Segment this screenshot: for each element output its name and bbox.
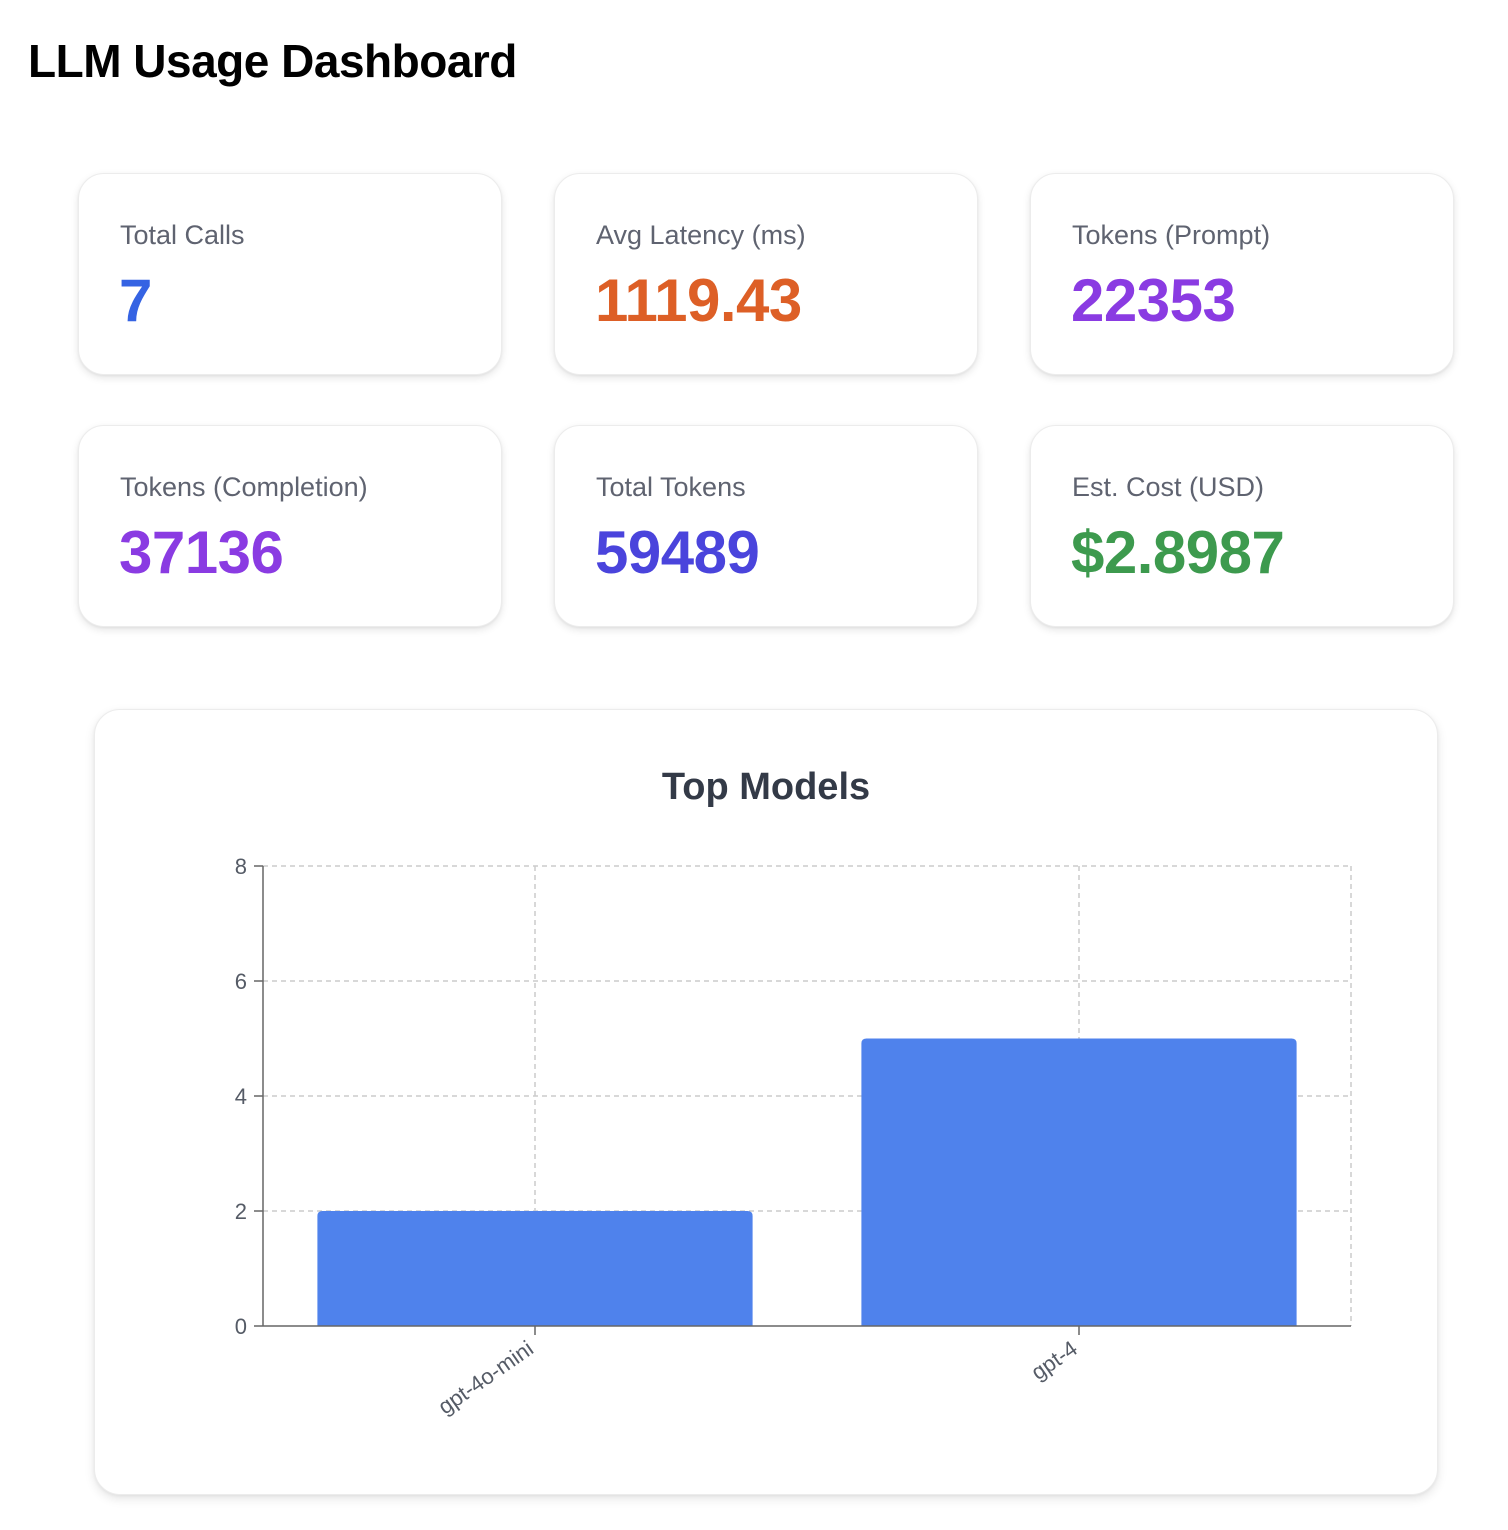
stat-label: Avg Latency (ms) (596, 220, 806, 250)
stat-label: Tokens (Completion) (120, 472, 368, 502)
stat-label: Est. Cost (USD) (1072, 472, 1265, 502)
stat-card-total-tokens: Total Tokens 59489 (554, 425, 978, 627)
stat-value: 7 (119, 267, 152, 334)
stat-label: Total Calls (120, 220, 245, 250)
y-tick-label: 6 (235, 969, 247, 994)
bar-chart: 0 2 4 6 8 gpt-4o-mini gpt-4 (235, 854, 1352, 1420)
stat-value: 22353 (1071, 267, 1236, 334)
stat-value: 59489 (595, 519, 760, 586)
stat-card-total-calls: Total Calls 7 (78, 173, 502, 375)
stat-label: Tokens (Prompt) (1072, 220, 1271, 250)
x-tick-label: gpt-4 (1026, 1336, 1081, 1385)
bar-gpt-4 (861, 1038, 1297, 1326)
stat-label: Total Tokens (596, 472, 746, 502)
stat-value: 1119.43 (595, 267, 802, 334)
y-tick-label: 0 (235, 1314, 247, 1339)
page-title: LLM Usage Dashboard (28, 35, 517, 87)
y-tick-label: 8 (235, 854, 247, 879)
stat-value: 37136 (119, 519, 284, 586)
top-models-chart-card: Top Models 0 2 4 6 8 gpt-4o-mini gpt-4 (94, 709, 1438, 1495)
stat-value: $2.8987 (1071, 519, 1285, 586)
y-tick-label: 2 (235, 1199, 247, 1224)
stat-card-tokens-completion: Tokens (Completion) 37136 (78, 425, 502, 627)
stat-card-avg-latency: Avg Latency (ms) 1119.43 (554, 173, 978, 375)
bar-gpt-4o-mini (317, 1211, 753, 1326)
y-tick-label: 4 (235, 1084, 247, 1109)
stat-card-est-cost: Est. Cost (USD) $2.8987 (1030, 425, 1454, 627)
stat-card-tokens-prompt: Tokens (Prompt) 22353 (1030, 173, 1454, 375)
x-tick-label: gpt-4o-mini (433, 1336, 537, 1420)
